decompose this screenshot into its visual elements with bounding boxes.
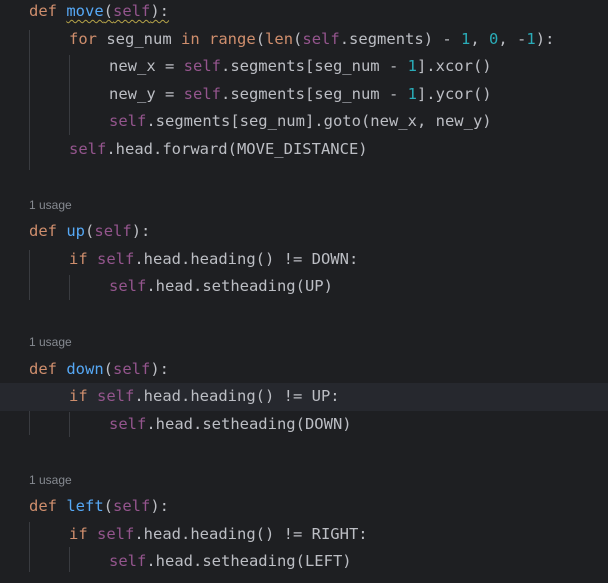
code-editor[interactable]: def move(self): for seg_num in range(len… bbox=[0, 0, 608, 583]
usage-hint[interactable]: 1 usage bbox=[29, 472, 72, 488]
code-line[interactable]: def move(self): bbox=[0, 0, 608, 26]
usage-hint[interactable]: 1 usage bbox=[29, 334, 72, 350]
function-name[interactable]: down bbox=[66, 360, 103, 378]
code-line[interactable]: def up(self): bbox=[0, 218, 608, 246]
code-line[interactable]: if self.head.heading() != DOWN: bbox=[0, 246, 608, 274]
usage-hint[interactable]: 1 usage bbox=[29, 197, 72, 213]
code-line[interactable]: self.head.setheading(LEFT) bbox=[0, 548, 608, 576]
code-line[interactable]: def down(self): bbox=[0, 356, 608, 384]
code-line[interactable]: self.segments[seg_num].goto(new_x, new_y… bbox=[0, 108, 608, 136]
function-name[interactable]: up bbox=[66, 222, 85, 240]
code-line[interactable]: for seg_num in range(len(self.segments) … bbox=[0, 26, 608, 54]
current-line[interactable]: if self.head.heading() != UP: bbox=[0, 383, 608, 411]
code-line[interactable]: new_y = self.segments[seg_num - 1].ycor(… bbox=[0, 81, 608, 109]
function-name[interactable]: left bbox=[66, 497, 103, 515]
code-line[interactable]: self.head.forward(MOVE_DISTANCE) bbox=[0, 136, 608, 164]
code-line[interactable]: new_x = self.segments[seg_num - 1].xcor(… bbox=[0, 53, 608, 81]
keyword: def bbox=[29, 2, 57, 20]
code-line[interactable]: self.head.setheading(UP) bbox=[0, 273, 608, 301]
code-line[interactable]: def left(self): bbox=[0, 493, 608, 521]
function-name[interactable]: move bbox=[66, 2, 103, 20]
self-param: self bbox=[113, 2, 151, 20]
code-line[interactable]: self.head.setheading(DOWN) bbox=[0, 411, 608, 439]
code-line[interactable]: if self.head.heading() != RIGHT: bbox=[0, 521, 608, 549]
